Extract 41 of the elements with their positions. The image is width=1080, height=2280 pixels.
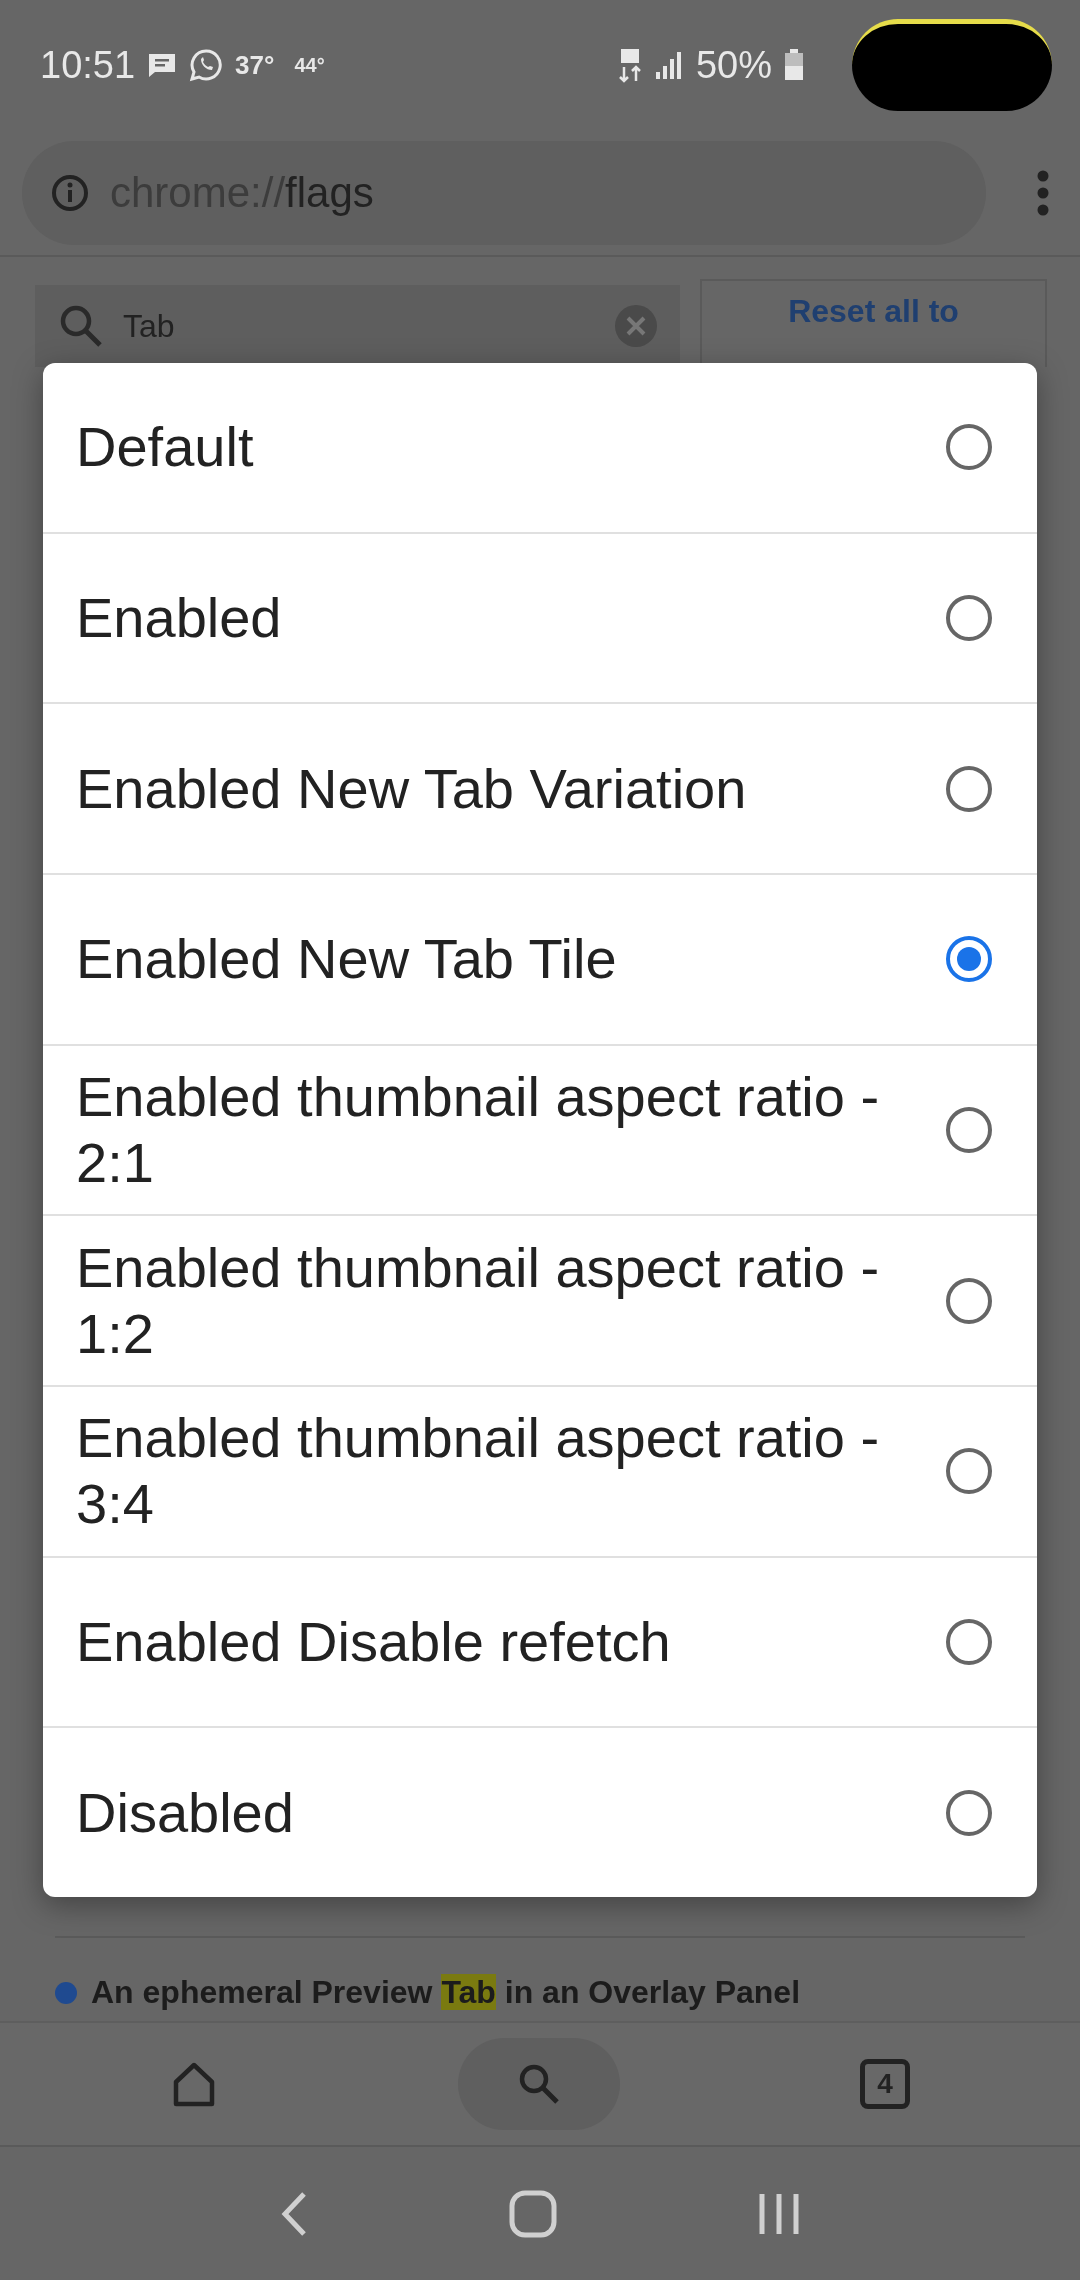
radio-button[interactable] xyxy=(946,936,992,983)
flag-title: An ephemeral Preview Tab in an Overlay Panel xyxy=(91,1974,801,2011)
radio-button[interactable] xyxy=(946,765,992,812)
more-menu-icon[interactable] xyxy=(1036,169,1050,216)
radio-button[interactable] xyxy=(946,1277,992,1324)
option-label: Enabled New Tab Variation xyxy=(76,755,748,822)
temperature-text: 44° xyxy=(294,53,325,77)
network-4g-icon xyxy=(617,47,642,83)
radio-button[interactable] xyxy=(946,1619,992,1666)
option-label: Disabled xyxy=(76,1779,295,1846)
option-row[interactable]: Enabled thumbnail aspect ratio - 3:4 xyxy=(43,1387,1037,1558)
clock-time: 10:51 xyxy=(40,43,136,87)
message-icon xyxy=(147,52,178,78)
radio-button[interactable] xyxy=(946,1789,992,1836)
option-row[interactable]: Enabled thumbnail aspect ratio - 1:2 xyxy=(43,1216,1037,1388)
battery-percent: 50% xyxy=(695,43,772,87)
home-icon[interactable] xyxy=(508,2188,558,2239)
option-row[interactable]: Enabled xyxy=(43,533,1037,705)
option-row[interactable]: Enabled Disable refetch xyxy=(43,1557,1037,1729)
radio-button[interactable] xyxy=(946,424,992,471)
option-label: Enabled xyxy=(76,584,283,651)
option-row[interactable]: Default xyxy=(43,363,1037,534)
signal-icon xyxy=(653,50,684,80)
option-row[interactable]: Enabled New Tab Tile xyxy=(43,875,1037,1046)
option-label: Enabled thumbnail aspect ratio - 3:4 xyxy=(76,1405,881,1538)
option-label: Enabled Disable refetch xyxy=(76,1609,672,1675)
radio-button[interactable] xyxy=(946,1107,992,1153)
option-label: Enabled New Tab Tile xyxy=(76,926,618,993)
info-icon xyxy=(50,172,90,213)
option-label: Enabled thumbnail aspect ratio - 1:2 xyxy=(76,1234,881,1367)
temperature-text: 37° xyxy=(235,49,275,81)
option-label: Default xyxy=(76,414,255,481)
option-label: Enabled thumbnail aspect ratio - 2:1 xyxy=(76,1063,881,1196)
option-row[interactable]: Enabled thumbnail aspect ratio - 2:1 xyxy=(43,1045,1037,1217)
radio-button[interactable] xyxy=(946,595,992,641)
option-row[interactable]: Enabled New Tab Variation xyxy=(43,704,1037,875)
chat-bubble-icon xyxy=(189,48,224,82)
option-row[interactable]: Disabled xyxy=(43,1728,1037,1897)
radio-button[interactable] xyxy=(946,1448,992,1495)
battery-icon xyxy=(784,49,804,81)
bullet-dot xyxy=(55,1981,77,2004)
